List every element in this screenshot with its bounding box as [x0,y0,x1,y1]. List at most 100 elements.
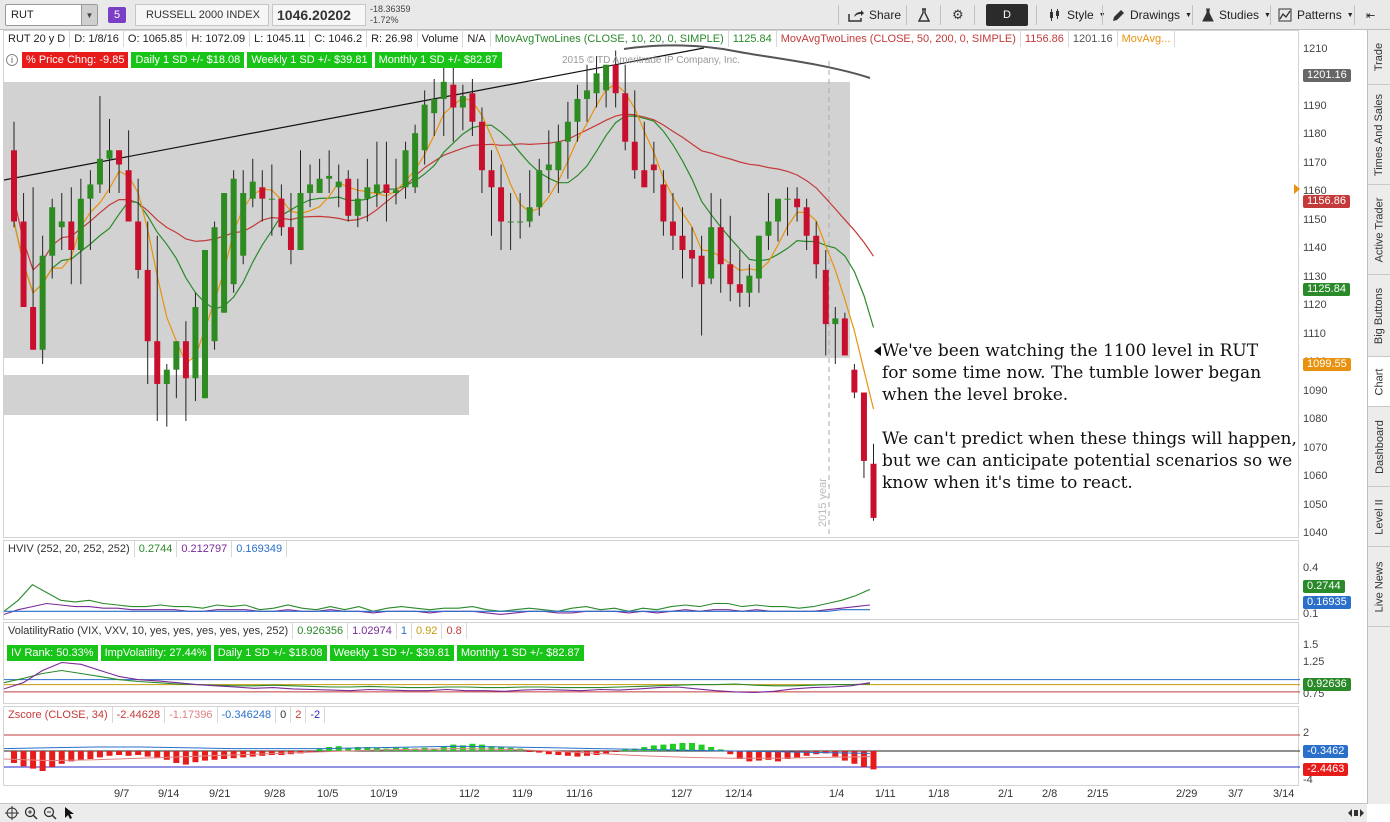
candle-body [498,187,505,222]
drawings-button[interactable]: Drawings ▼ [1106,4,1198,26]
share-button[interactable]: Share [842,4,907,26]
period-selector[interactable]: D [986,4,1028,26]
candle-body [669,221,676,236]
axis-tick-label: 1040 [1303,527,1328,539]
tab-chart[interactable]: Chart [1368,357,1390,407]
drawings-label: Drawings [1130,8,1181,22]
candle-body [125,170,132,222]
flask-button[interactable] [912,4,936,26]
time-tick-label: 9/28 [264,788,286,800]
patterns-button[interactable]: Patterns ▼ [1272,4,1360,26]
candle-body [297,193,304,250]
study-ma-10-20[interactable]: MovAvgTwoLines (CLOSE, 10, 20, 0, SIMPLE… [491,31,729,47]
candle-body [307,184,314,193]
flask-icon [1202,8,1214,22]
zoom-in-icon[interactable] [24,806,38,820]
axis-value-badge: -2.4463 [1303,763,1349,776]
zscore-bar [49,751,56,767]
candle-body [755,235,762,279]
time-tick-label: 3/14 [1273,788,1295,800]
toolbar-divider [1270,5,1271,25]
candle-body [870,463,877,518]
axis-tick-label: 1070 [1303,441,1328,454]
candle-body [813,235,820,265]
pointer-arrow-icon [874,346,881,356]
axis-tick-label: 1180 [1303,128,1327,140]
zscore-study-name[interactable]: Zscore (CLOSE, 34) [4,707,113,723]
tab-live-news[interactable]: Live News [1368,547,1390,627]
settings-button[interactable]: ⚙ [946,4,970,26]
candle-body [249,181,256,199]
hviv-pane[interactable]: HVIV (252, 20, 252, 252) 0.2744 0.212797… [3,540,1299,620]
zoom-out-icon[interactable] [43,806,57,820]
zscore-value-2: -1.17396 [165,707,218,723]
chevron-down-icon: ▼ [1346,11,1354,19]
candle-body [631,141,638,171]
time-tick-label: 2/29 [1176,788,1198,800]
candle-body [287,227,294,250]
axis-tick-label: 1210 [1303,42,1328,55]
tab-dashboard[interactable]: Dashboard [1368,407,1390,487]
toolbar-divider [974,5,975,25]
toolbar-divider [1192,5,1193,25]
daily-sd-label: Daily 1 SD +/- $18.08 [131,52,245,68]
candle-body [736,284,743,293]
candle-body [30,307,37,350]
hviv-series-line [4,584,871,612]
axis-tick-label: 1150 [1303,213,1327,226]
tab-times-and-sales[interactable]: Times And Sales [1368,85,1390,185]
copyright-text: 2015 © TD Ameritrade IP Company, Inc. [562,55,740,66]
tab-trade[interactable]: Trade [1368,30,1390,85]
axis-value-badge: 1156.86 [1303,194,1350,208]
symbol-dropdown-icon[interactable]: ▼ [81,5,97,25]
candle-body [803,207,810,236]
time-tick-label: 2/1 [998,788,1014,800]
bar-high: H: 1072.09 [187,31,251,47]
zscore-bar [612,751,619,752]
candle-body [593,73,600,94]
candle-body [402,150,409,188]
symbol-input[interactable]: RUT ▼ [5,4,98,26]
candle-body [612,64,619,94]
bar-range: R: 26.98 [367,31,418,47]
symbol-text: RUT [11,9,34,21]
study-ma-50-200[interactable]: MovAvgTwoLines (CLOSE, 50, 200, 0, SIMPL… [777,31,1021,47]
axis-tick-label: 1170 [1303,156,1327,169]
vr-study-name[interactable]: VolatilityRatio (VIX, VXV, 10, yes, yes,… [4,623,294,639]
studies-button[interactable]: Studies ▼ [1196,4,1277,26]
zscore-pane[interactable]: Zscore (CLOSE, 34) -2.44628 -1.17396 -0.… [3,706,1300,786]
candle-body [364,187,371,199]
tab-big-buttons[interactable]: Big Buttons [1368,275,1390,357]
zscore-value-5: 2 [291,707,307,723]
gear-icon: ⚙ [952,7,964,22]
axis-value-badge: 1099.55 [1303,358,1351,372]
annotation-paragraph-2: We can't predict when these things will … [882,428,1297,494]
annotation-line: know when it's time to react. [882,473,1133,493]
zscore-bar [163,751,170,760]
time-tick-label: 2/8 [1042,788,1058,800]
tab-level-ii[interactable]: Level II [1368,487,1390,547]
axis-value-badge: -0.3462 [1303,745,1349,758]
annotation-line: but we can anticipate potential scenario… [882,451,1293,471]
candle-body [173,341,180,370]
annotation-line: We've been watching the 1100 level in RU… [882,341,1259,361]
zscore-bar [450,744,457,751]
year-marker: 2015 year [817,478,829,527]
cursor-icon[interactable] [64,806,76,820]
collapse-button[interactable]: ⇤ [1360,4,1381,26]
hviv-study-name[interactable]: HVIV (252, 20, 252, 252) [4,541,135,557]
link-group-badge[interactable]: 5 [108,7,126,23]
scroll-arrows-icon[interactable] [1348,807,1364,819]
volatility-ratio-pane[interactable]: VolatilityRatio (VIX, VXV, 10, yes, yes,… [3,622,1300,704]
tab-label: Big Buttons [1373,287,1386,344]
info-icon[interactable]: i [6,54,18,66]
time-tick-label: 1/4 [829,788,845,800]
price-label-row: i % Price Chng: -9.85 Daily 1 SD +/- $18… [6,52,505,68]
candle-body [622,93,629,142]
crosshair-icon[interactable] [5,806,19,820]
candle-body [574,98,581,122]
toolbar-divider [1102,5,1103,25]
candle-body [77,198,84,250]
tab-active-trader[interactable]: Active Trader [1368,185,1390,275]
study-ma-more[interactable]: MovAvg... [1118,31,1176,47]
